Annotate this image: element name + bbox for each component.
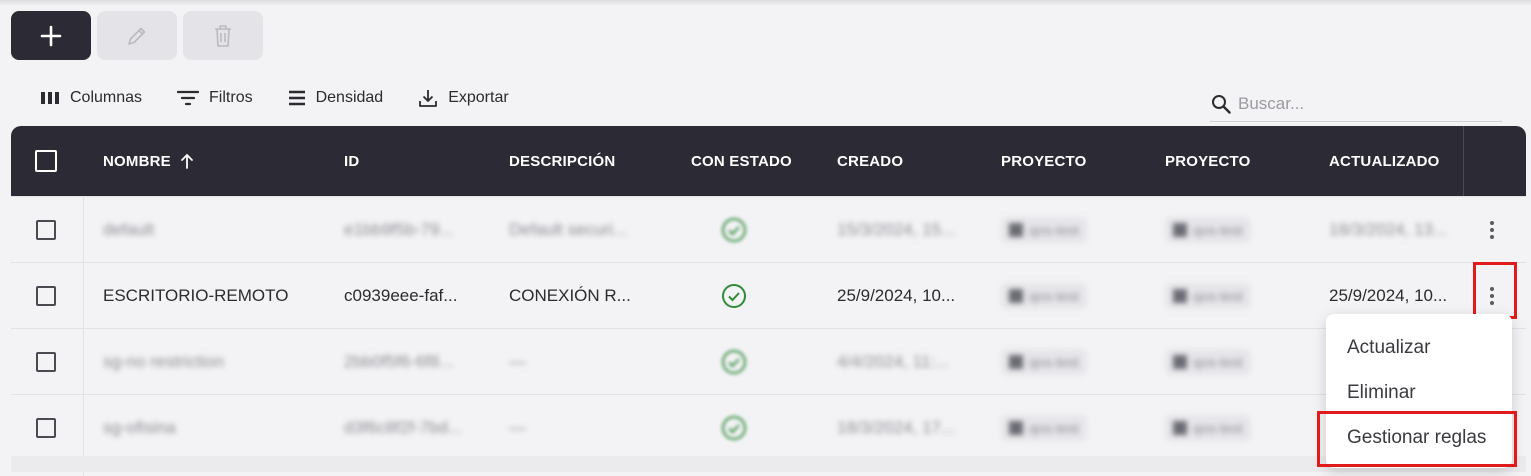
header-project-1[interactable]: PROYECTO (1001, 126, 1087, 196)
project-chip: qos-test (1001, 414, 1087, 441)
cell-name: sg-ofisina (103, 417, 176, 437)
search-input[interactable] (1238, 93, 1488, 114)
filter-icon (177, 90, 200, 106)
check-circle-icon (722, 217, 746, 242)
header-created[interactable]: CREADO (837, 126, 903, 196)
menu-item-delete[interactable]: Eliminar (1347, 382, 1416, 404)
cell-id: d3f6c8f2f-7bd... (344, 417, 463, 437)
check-circle-icon (722, 349, 746, 374)
table-footer-strip (11, 456, 1526, 472)
project-chip: qos-test (1001, 216, 1087, 243)
density-label: Densidad (315, 89, 384, 106)
arrow-up-icon[interactable] (179, 152, 195, 170)
filters-button[interactable]: Filtros (177, 88, 253, 108)
cell-id: c0939eee-faf... (344, 285, 458, 305)
project-chip: qos-test (1165, 216, 1251, 243)
row-checkbox[interactable] (36, 285, 56, 306)
cell-description: — (509, 351, 526, 371)
top-shadow (0, 0, 1531, 6)
header-id[interactable]: ID (344, 126, 359, 196)
cell-id: 2bb0f5f6-6f8... (344, 351, 454, 371)
project-icon (1173, 222, 1187, 237)
download-icon (419, 90, 438, 107)
select-all-checkbox[interactable] (35, 150, 57, 172)
cell-created: 4/4/2024, 11:... (837, 351, 950, 371)
export-label: Exportar (448, 89, 509, 106)
project-chip: qos-test (1165, 282, 1251, 309)
edit-button[interactable] (97, 11, 177, 60)
check-circle-icon (722, 283, 746, 308)
header-project-2[interactable]: PROYECTO (1165, 126, 1251, 196)
project-icon (1173, 420, 1187, 435)
project-icon (1009, 420, 1023, 435)
table-row[interactable]: default e1bb9f5b-79... Default securi...… (11, 196, 1526, 262)
header-divider (1463, 126, 1464, 196)
cell-created: 15/3/2024, 15... (837, 219, 956, 239)
cell-created: 18/3/2024, 17... (837, 417, 956, 437)
header-name-label: NOMBRE (103, 152, 171, 170)
check-circle-icon (722, 415, 746, 440)
project-icon (1009, 354, 1023, 369)
columns-label: Columnas (70, 89, 143, 106)
export-button[interactable]: Exportar (418, 88, 509, 108)
plus-icon (40, 25, 62, 46)
project-name: qos-test (1029, 353, 1079, 370)
menu-item-update[interactable]: Actualizar (1347, 337, 1430, 359)
project-chip: qos-test (1165, 348, 1251, 375)
row-checkbox[interactable] (36, 417, 56, 438)
project-name: qos-test (1193, 221, 1243, 238)
cell-name: default (103, 219, 155, 239)
table-header: NOMBRE ID DESCRIPCIÓN CON ESTADO CREADO … (11, 126, 1526, 196)
data-grid: NOMBRE ID DESCRIPCIÓN CON ESTADO CREADO … (11, 126, 1526, 476)
cell-name: ESCRITORIO-REMOTO (103, 285, 289, 305)
project-name: qos-test (1029, 221, 1079, 238)
grid-toolbar: Columnas Filtros Densidad Exportar (40, 88, 509, 108)
delete-button[interactable] (183, 11, 263, 60)
cell-description: CONEXIÓN R... (509, 285, 631, 305)
cell-description: — (509, 417, 526, 437)
more-vert-icon[interactable] (1490, 220, 1494, 239)
checkbox-column-divider (83, 196, 84, 476)
row-checkbox[interactable] (36, 351, 56, 372)
select-all-cell (35, 126, 57, 196)
add-button[interactable] (11, 11, 91, 60)
action-bar (11, 11, 263, 60)
density-icon (288, 90, 305, 106)
columns-icon (41, 92, 59, 104)
columns-button[interactable]: Columnas (40, 88, 142, 108)
table-row[interactable]: sg-ofisina d3f6c8f2f-7bd... — 18/3/2024,… (11, 394, 1526, 460)
header-updated[interactable]: ACTUALIZADO (1329, 126, 1440, 196)
search-icon (1212, 94, 1231, 114)
project-icon (1009, 222, 1023, 237)
project-name: qos-test (1193, 353, 1243, 370)
row-checkbox[interactable] (36, 219, 56, 240)
pencil-icon (128, 27, 146, 45)
cell-updated: 18/3/2024, 13... (1329, 219, 1448, 239)
project-name: qos-test (1029, 287, 1079, 304)
filters-label: Filtros (209, 89, 253, 106)
project-chip: qos-test (1001, 282, 1087, 309)
header-description[interactable]: DESCRIPCIÓN (509, 126, 615, 196)
header-stateful[interactable]: CON ESTADO (691, 126, 792, 196)
cell-id: e1bb9f5b-79... (344, 219, 454, 239)
trash-icon (215, 24, 231, 47)
cell-created: 25/9/2024, 10... (837, 285, 956, 305)
cell-description: Default securi... (509, 219, 628, 239)
project-chip: qos-test (1165, 414, 1251, 441)
project-name: qos-test (1193, 287, 1243, 304)
project-icon (1009, 288, 1023, 303)
cell-name: sg-no restriction (103, 351, 224, 371)
manage-rules-highlight (1317, 411, 1517, 467)
kebab-highlight (1473, 262, 1517, 319)
project-icon (1173, 288, 1187, 303)
project-name: qos-test (1193, 419, 1243, 436)
density-button[interactable]: Densidad (288, 88, 384, 108)
header-name[interactable]: NOMBRE (103, 126, 195, 196)
project-name: qos-test (1029, 419, 1079, 436)
search-field (1210, 86, 1502, 122)
project-chip: qos-test (1001, 348, 1087, 375)
table-row[interactable]: ESCRITORIO-REMOTO c0939eee-faf... CONEXI… (11, 262, 1526, 328)
table-row[interactable]: sg-no restriction 2bb0f5f6-6f8... — 4/4/… (11, 328, 1526, 394)
project-icon (1173, 354, 1187, 369)
